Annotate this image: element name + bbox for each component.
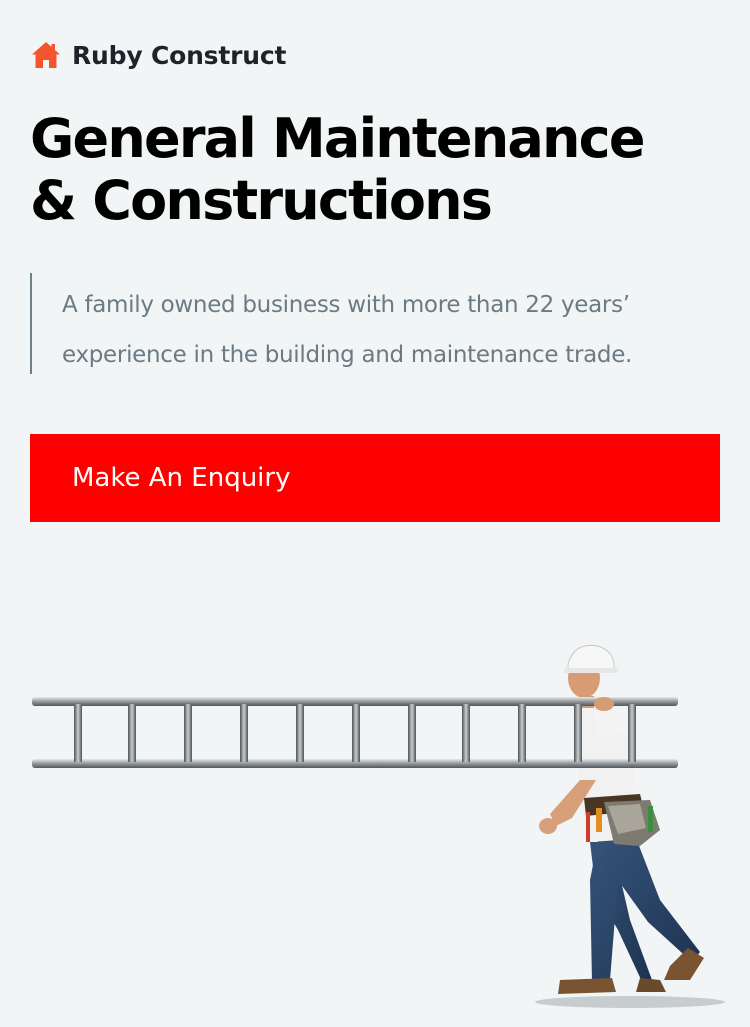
home-icon (32, 42, 60, 68)
brand-link[interactable]: Ruby Construct (30, 38, 286, 72)
make-enquiry-button[interactable]: Make An Enquiry (30, 434, 720, 522)
tagline-line-1: A family owned business with more than 2… (62, 292, 630, 318)
tagline-line-2: experience in the building and maintenan… (62, 342, 633, 368)
page-title-line-1: General Maintenance (30, 107, 646, 170)
brand-name: Ruby Construct (72, 40, 287, 70)
page-title: General Maintenance & Constructions (30, 108, 730, 232)
worker-carrying-ladder-image (32, 644, 725, 1008)
page-title-line-2: & Constructions (30, 169, 493, 232)
tagline-quote: A family owned business with more than 2… (30, 273, 720, 374)
